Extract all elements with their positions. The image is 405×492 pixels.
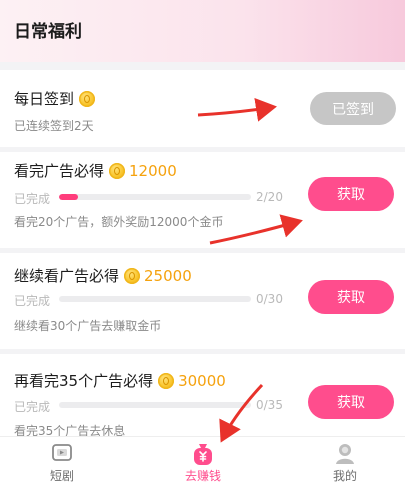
progress-count: 0/30 (256, 292, 283, 306)
bottom-nav: 短剧 去赚钱 我的 (0, 436, 405, 492)
coin-icon (79, 90, 96, 107)
page-title: 日常福利 (14, 22, 82, 42)
reward-amount: 30000 (178, 371, 226, 390)
progress-count: 2/20 (256, 190, 283, 204)
task-title-row: 看完广告必得 12000 (14, 160, 177, 181)
progress-bar (59, 296, 251, 302)
task-card-ads-30: 继续看广告必得 25000 已完成 0/30 继续看30个广告去赚取金币 获取 (0, 253, 405, 349)
nav-item-me[interactable]: 我的 (295, 437, 395, 492)
nav-label: 短剧 (49, 469, 74, 483)
task-description: 继续看30个广告去赚取金币 (14, 319, 162, 333)
coin-icon (158, 372, 175, 389)
nav-label: 我的 (332, 469, 357, 483)
progress-count: 0/35 (256, 398, 283, 412)
page-header: 日常福利 (0, 0, 405, 62)
task-card-ads-20: 看完广告必得 12000 已完成 2/20 看完20个广告，额外奖励12000个… (0, 152, 405, 248)
claim-button[interactable]: 获取 (308, 177, 394, 211)
coin-icon (109, 162, 126, 179)
checked-in-button[interactable]: 已签到 (310, 92, 396, 125)
task-status: 已完成 (14, 294, 51, 308)
task-status: 已完成 (14, 400, 51, 414)
task-title: 继续看广告必得 (14, 267, 120, 285)
task-subtitle: 已连续签到2天 (14, 119, 94, 133)
money-bag-icon (194, 444, 212, 465)
task-card-daily-checkin: 每日签到 已连续签到2天 已签到 (0, 70, 405, 147)
task-title: 再看完35个广告必得 (14, 372, 154, 390)
task-title-row: 每日签到 (14, 88, 96, 109)
task-description: 看完35个广告去休息 (14, 424, 126, 436)
task-title-row: 继续看广告必得 25000 (14, 265, 192, 286)
nav-label: 去赚钱 (184, 469, 221, 483)
video-icon (52, 444, 72, 461)
task-title: 每日签到 (14, 90, 75, 108)
task-card-ads-35: 再看完35个广告必得 30000 已完成 0/35 看完35个广告去休息 获取 (0, 354, 405, 436)
task-title-row: 再看完35个广告必得 30000 (14, 370, 226, 391)
progress-bar (59, 402, 251, 408)
reward-amount: 12000 (129, 161, 177, 180)
nav-item-earn[interactable]: 去赚钱 (153, 437, 253, 492)
coin-icon (124, 267, 141, 284)
claim-button[interactable]: 获取 (308, 280, 394, 314)
claim-button[interactable]: 获取 (308, 385, 394, 419)
task-list[interactable]: 每日签到 已连续签到2天 已签到 看完广告必得 12000 已完成 2/20 看… (0, 62, 405, 436)
progress-bar (59, 194, 251, 200)
profile-icon (336, 444, 354, 464)
nav-item-shortdrama[interactable]: 短剧 (12, 437, 112, 492)
reward-amount: 25000 (144, 266, 192, 285)
progress-fill (59, 194, 79, 200)
task-title: 看完广告必得 (14, 162, 105, 180)
task-description: 看完20个广告，额外奖励12000个金币 (14, 215, 224, 229)
task-status: 已完成 (14, 192, 51, 206)
